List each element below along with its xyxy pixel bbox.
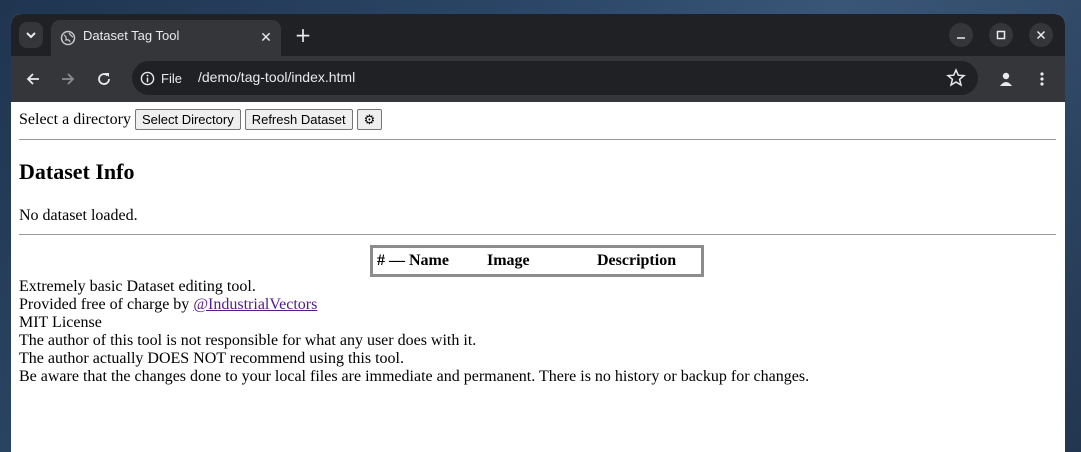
bookmark-star-icon[interactable] xyxy=(946,68,966,88)
site-label: File xyxy=(161,70,182,86)
dataset-table: # — Name Image Description xyxy=(370,245,704,277)
url-text[interactable]: /demo/tag-tool/index.html xyxy=(198,69,355,85)
page-content: Select a directory Select Directory Refr… xyxy=(11,102,1065,452)
info-line-credit: Provided free of charge by @IndustrialVe… xyxy=(19,296,809,314)
maximize-button[interactable] xyxy=(989,23,1013,47)
tab-bar: Dataset Tag Tool ✕ + xyxy=(11,14,1065,56)
info-line: The author actually DOES NOT recommend u… xyxy=(19,350,404,367)
close-tab-icon[interactable]: ✕ xyxy=(257,29,275,47)
tab-title: Dataset Tag Tool xyxy=(83,28,180,43)
info-text: Extremely basic Dataset editing tool. Pr… xyxy=(19,278,809,386)
close-window-button[interactable] xyxy=(1029,23,1053,47)
profile-button[interactable] xyxy=(994,67,1018,91)
menu-button[interactable] xyxy=(1030,67,1054,91)
reload-button[interactable] xyxy=(92,67,116,91)
dataset-status: No dataset loaded. xyxy=(19,207,138,224)
site-info-chip[interactable]: File xyxy=(140,67,182,89)
profile-icon xyxy=(1000,72,1012,86)
divider-top xyxy=(19,139,1056,140)
browser-window: Dataset Tag Tool ✕ + File /demo/tag-tool… xyxy=(11,14,1065,452)
settings-button[interactable]: ⚙ xyxy=(356,109,383,130)
browser-toolbar: File /demo/tag-tool/index.html xyxy=(11,56,1065,102)
back-button[interactable] xyxy=(21,67,45,91)
chevron-down-icon xyxy=(26,32,36,39)
reload-icon xyxy=(98,73,110,85)
directory-controls: Select a directory Select Directory Refr… xyxy=(19,109,383,130)
tab-dataset-tag-tool[interactable]: Dataset Tag Tool ✕ xyxy=(51,20,281,56)
info-line: MIT License xyxy=(19,314,102,331)
address-bar[interactable]: File /demo/tag-tool/index.html xyxy=(132,61,978,95)
divider-bottom xyxy=(19,234,1056,235)
info-line: Extremely basic Dataset editing tool. xyxy=(19,278,256,295)
select-directory-button[interactable]: Select Directory xyxy=(134,109,241,130)
forward-button[interactable] xyxy=(56,67,80,91)
close-icon xyxy=(1036,30,1046,40)
author-link[interactable]: @IndustrialVectors xyxy=(193,296,317,313)
gear-icon: ⚙ xyxy=(363,112,376,127)
minimize-icon xyxy=(957,37,965,39)
credit-prefix: Provided free of charge by xyxy=(19,296,194,313)
info-line: Be aware that the changes done to your l… xyxy=(19,368,810,385)
minimize-button[interactable] xyxy=(949,23,973,47)
select-directory-label: Select a directory xyxy=(19,110,131,128)
info-icon xyxy=(140,71,155,85)
column-header-description: Description xyxy=(597,252,677,269)
maximize-icon xyxy=(996,30,1006,40)
column-header-image: Image xyxy=(487,252,530,269)
column-header-name: # — Name xyxy=(377,252,449,269)
refresh-dataset-button[interactable]: Refresh Dataset xyxy=(244,109,353,130)
more-vertical-icon xyxy=(1040,72,1044,86)
tab-search-button[interactable] xyxy=(19,22,43,48)
new-tab-button[interactable]: + xyxy=(292,23,314,47)
page-title: Dataset Info xyxy=(19,159,135,184)
info-line: The author of this tool is not responsib… xyxy=(19,332,477,349)
globe-icon xyxy=(60,30,76,46)
back-arrow-icon xyxy=(26,73,39,85)
forward-arrow-icon xyxy=(62,73,75,85)
